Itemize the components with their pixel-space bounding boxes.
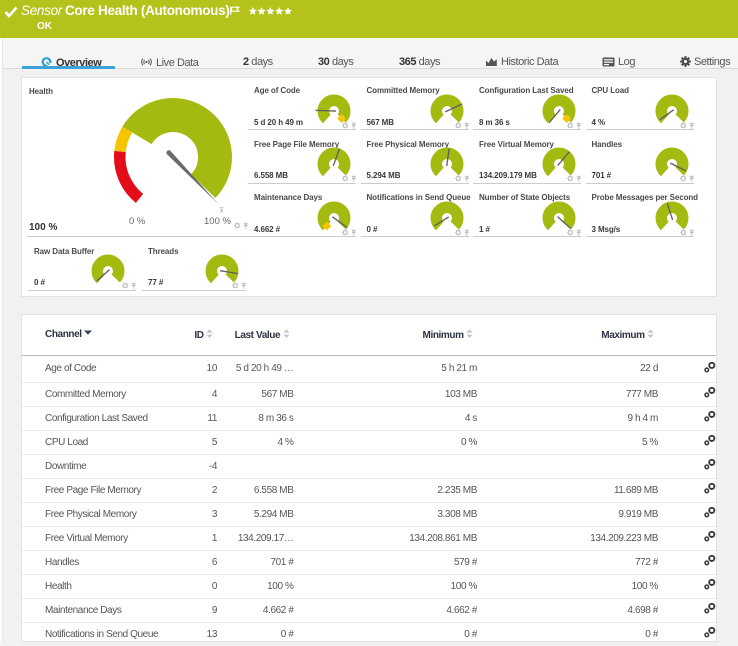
svg-text:x̅: x̅	[219, 207, 225, 214]
